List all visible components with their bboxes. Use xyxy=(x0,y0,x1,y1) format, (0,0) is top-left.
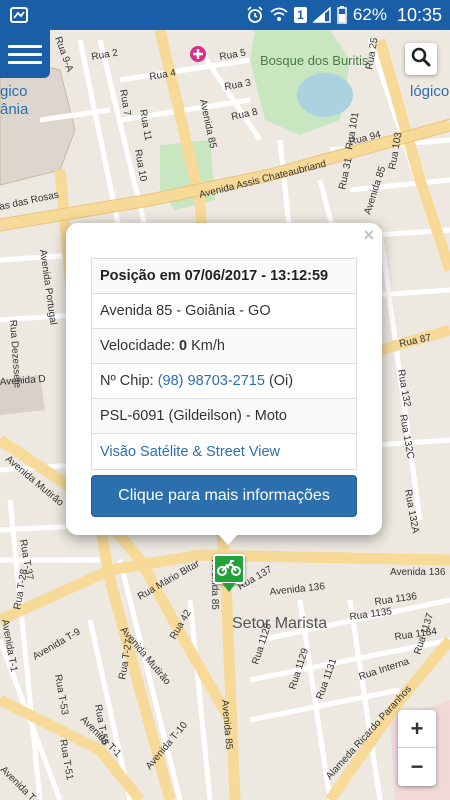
street-label-interna: Rua Interna xyxy=(358,656,412,683)
chip-carrier: (Oi) xyxy=(268,373,294,389)
info-popup: × Posição em 07/06/2017 - 13:12:59 Aveni… xyxy=(66,223,382,535)
area-label-partial-bottom: ânia xyxy=(0,101,29,118)
wifi-icon xyxy=(270,7,288,23)
area-label-bosque-1: Bosque dos Buritis xyxy=(260,53,369,68)
street-label-rua3: Rua 3 xyxy=(224,77,253,93)
menu-icon-bar xyxy=(8,52,42,56)
status-bar: 1 62% 10:35 xyxy=(0,0,450,30)
clock: 10:35 xyxy=(396,4,442,25)
speed-label: Velocidade: xyxy=(100,338,175,354)
sim-badge: 1 xyxy=(293,7,307,23)
hospital-icon[interactable] xyxy=(190,46,206,62)
street-label-rua9a: Rua 9-A xyxy=(52,35,75,74)
search-button[interactable] xyxy=(405,43,437,75)
signal-icon xyxy=(312,7,331,23)
street-label-136-a: Avenida 136 xyxy=(269,581,326,598)
speed-value: 0 xyxy=(179,338,188,354)
street-label-rua132: Rua 132 xyxy=(395,369,412,409)
street-label-t51: Rua T-51 xyxy=(57,739,75,782)
street-label-rua1135: Rua 1135 xyxy=(349,606,393,623)
chip-phone-link[interactable]: (98) 98703-2715 xyxy=(158,373,265,389)
street-label-t53: Rua T-53 xyxy=(52,674,70,717)
street-label-rua1131: Rua 1131 xyxy=(314,657,339,701)
vehicle-marker[interactable] xyxy=(213,554,245,584)
chip-label: Nº Chip: xyxy=(100,373,154,389)
area-label-partial-top: gico xyxy=(0,83,28,100)
position-header: Posição em 07/06/2017 - 13:12:59 xyxy=(92,259,356,294)
motorcycle-icon xyxy=(217,558,241,581)
area-label-setor: Setor Marista xyxy=(232,615,327,632)
battery-percentage: 62% xyxy=(352,5,387,24)
street-label-das-rosas: as das Rosas xyxy=(0,190,60,213)
info-table: Posição em 07/06/2017 - 13:12:59 Avenida… xyxy=(91,258,357,470)
app-notification-icon xyxy=(10,6,28,24)
street-label-rua87: Rua 87 xyxy=(398,332,432,350)
street-label-t9: Avenida T-9 xyxy=(31,626,83,662)
marker-pointer xyxy=(222,583,236,592)
menu-icon-bar xyxy=(8,60,42,64)
close-icon[interactable]: × xyxy=(363,225,374,246)
street-label-rua132c: Rua 132C xyxy=(397,414,416,460)
zoom-control: + − xyxy=(398,710,436,786)
popup-pointer xyxy=(217,533,239,545)
alarm-icon xyxy=(246,6,264,24)
satellite-view-link[interactable]: Visão Satélite & Street View xyxy=(92,434,356,469)
more-info-button[interactable]: Clique para mais informações xyxy=(91,475,357,517)
area-label-partial-right: lógico xyxy=(410,83,449,100)
lake xyxy=(297,73,353,117)
chip-row: Nº Chip: (98) 98703-2715 (Oi) xyxy=(92,364,356,399)
street-label-portugal: Avenida Portugal xyxy=(37,249,58,326)
speed-unit: Km/h xyxy=(191,338,225,354)
street-label-rua2: Rua 2 xyxy=(91,47,120,63)
search-icon xyxy=(411,47,431,72)
battery-icon xyxy=(337,6,347,24)
zoom-out-button[interactable]: − xyxy=(398,748,436,786)
street-label-rua1136: Rua 1136 xyxy=(374,591,418,608)
street-label-136-b: Avenida 136 xyxy=(390,567,446,578)
vehicle-row: PSL-6091 (Gildeilson) - Moto xyxy=(92,399,356,434)
speed-row: Velocidade: 0 Km/h xyxy=(92,329,356,364)
menu-button[interactable] xyxy=(0,30,50,78)
menu-icon-bar xyxy=(8,44,42,48)
address-row: Avenida 85 - Goiânia - GO xyxy=(92,294,356,329)
zoom-in-button[interactable]: + xyxy=(398,710,436,748)
